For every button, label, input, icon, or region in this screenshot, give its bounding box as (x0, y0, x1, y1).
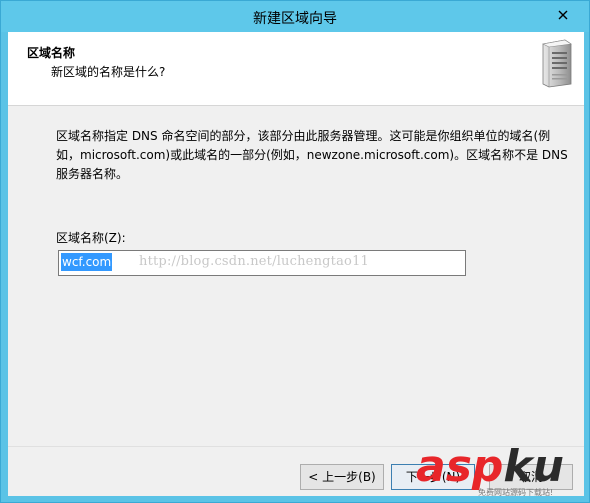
page-subtitle: 新区域的名称是什么? (51, 65, 166, 79)
window-title: 新建区域向导 (253, 11, 337, 27)
title-bar[interactable]: 新建区域向导 (1, 1, 589, 32)
blog-watermark: http://blog.csdn.net/luchengtao11 (139, 254, 370, 269)
page-title: 区域名称 (27, 46, 76, 60)
brand-watermark-logo: aspku (416, 445, 564, 489)
description-text: 区域名称指定 DNS 命名空间的部分，该部分由此服务器管理。这可能是你组织单位的… (56, 129, 568, 181)
zone-name-input[interactable]: wcf.com http://blog.csdn.net/luchengtao1… (58, 250, 466, 276)
brand-asp: asp (416, 441, 504, 492)
wizard-header: 区域名称 新区域的名称是什么? (8, 32, 584, 106)
brand-ku: ku (503, 441, 564, 492)
wizard-client-area: 区域名称 新区域的名称是什么? 区域名称指定 DNS 命名空间的部分，该部分由此… (8, 32, 584, 496)
close-icon (558, 10, 568, 20)
wizard-window: 新建区域向导 区域名称 新区域的名称是什么? 区域名称指定 DNS 命名空间的部… (0, 0, 590, 503)
brand-tagline: 免费网站源码下载站! (478, 488, 554, 497)
back-button[interactable]: < 上一步(B) (300, 464, 384, 490)
close-button[interactable] (544, 1, 582, 29)
zone-name-value: wcf.com (61, 253, 113, 271)
zone-name-label: 区域名称(Z): (56, 231, 126, 245)
server-icon (542, 39, 572, 88)
